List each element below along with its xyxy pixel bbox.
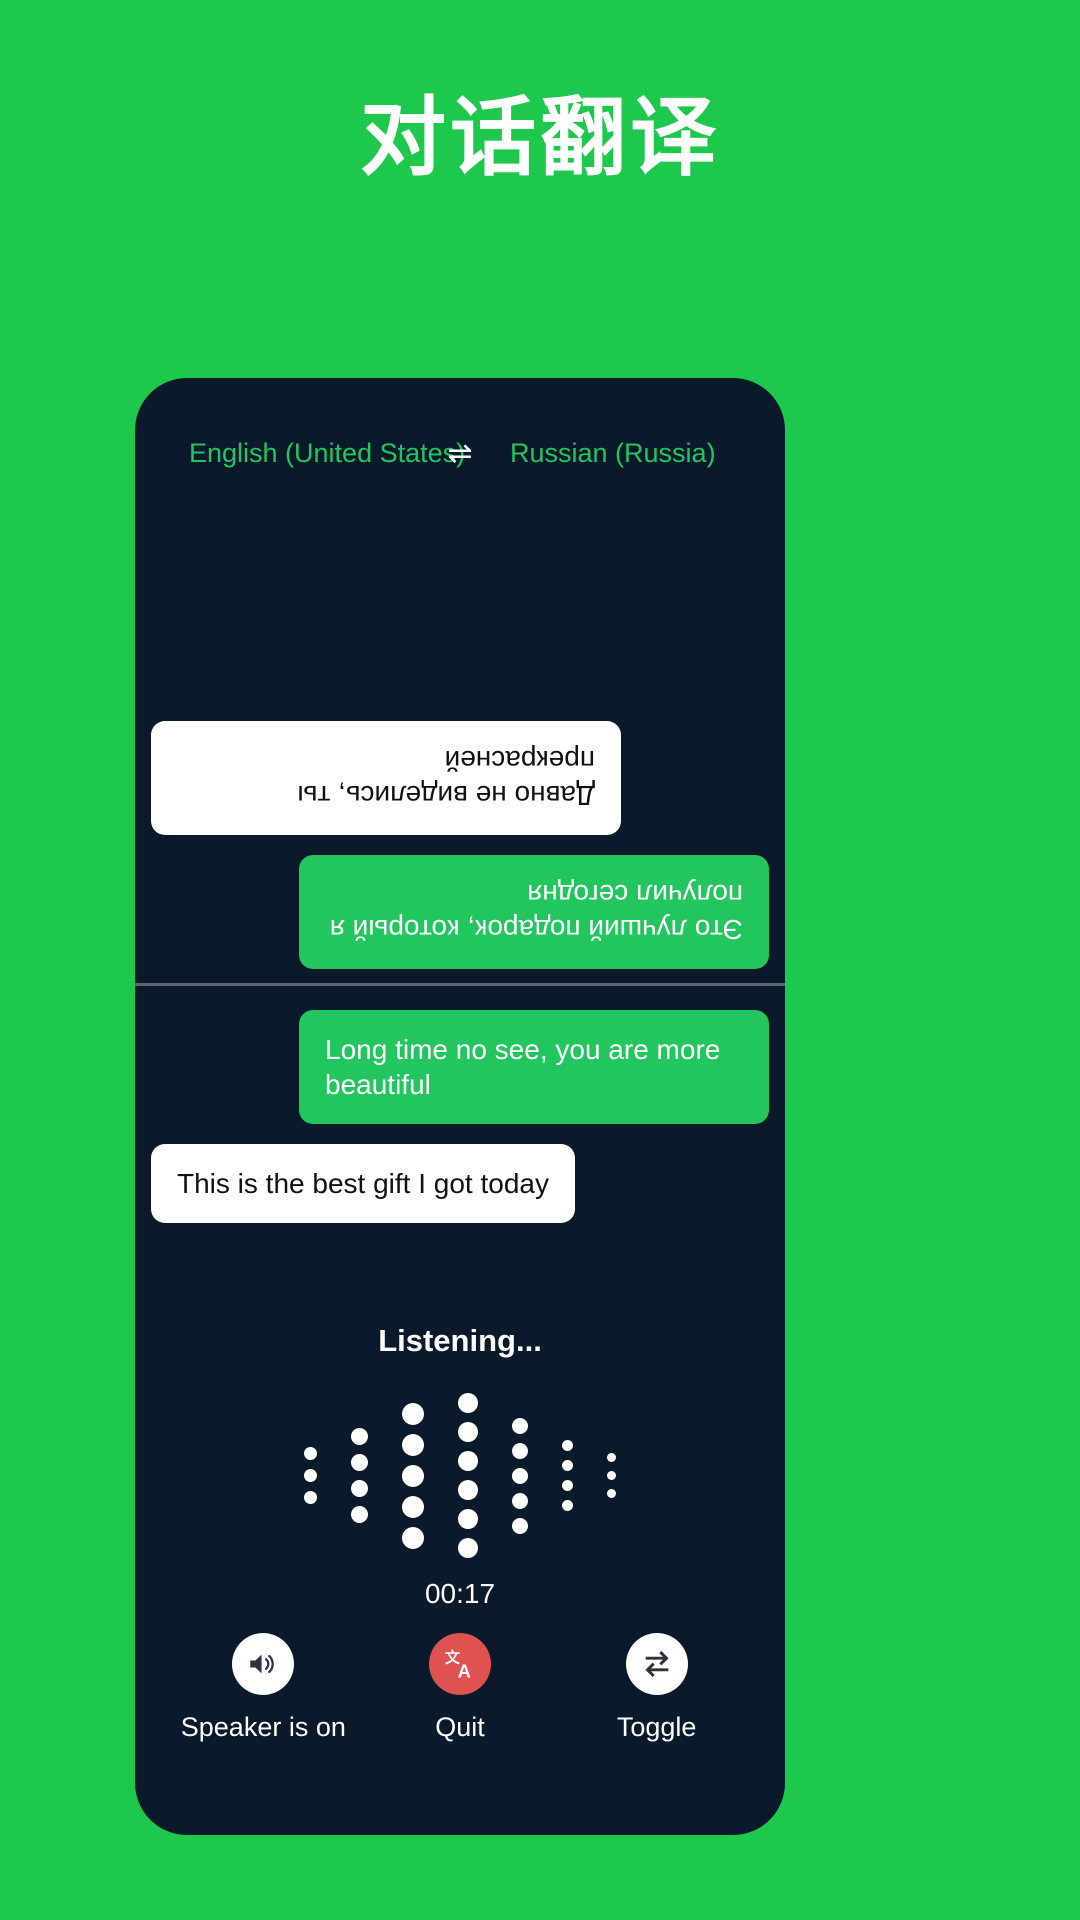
waveform-column: [512, 1417, 528, 1534]
waveform-dot: [607, 1453, 616, 1462]
svg-text:A: A: [458, 1662, 471, 1682]
waveform-dot: [512, 1517, 528, 1534]
translate-icon: 文 A: [445, 1649, 471, 1682]
message-bubble[interactable]: Давно не виделись, ты прекрасней: [151, 721, 621, 835]
waveform-dot: [304, 1447, 317, 1460]
waveform-column: [458, 1393, 478, 1558]
toggle-button-label: Toggle: [616, 1712, 697, 1742]
audio-waveform: [135, 1383, 785, 1568]
waveform-dot: [458, 1480, 478, 1500]
speaker-button[interactable]: Speaker is on: [168, 1633, 358, 1743]
language-bar: English (United States) ⇌ Russian (Russi…: [135, 438, 785, 469]
waveform-dot: [562, 1480, 573, 1491]
waveform-dot: [607, 1489, 616, 1498]
waveform-dot: [458, 1451, 478, 1471]
message-bubble[interactable]: This is the best gift I got today: [151, 1144, 575, 1223]
toggle-button[interactable]: Toggle: [562, 1633, 752, 1743]
message-bubble[interactable]: Это лучший подарок, который я получил се…: [299, 855, 769, 969]
waveform-dot: [402, 1402, 424, 1425]
waveform-dot: [458, 1509, 478, 1529]
swap-horizontal-icon[interactable]: ⇌: [432, 438, 488, 469]
waveform-column: [402, 1402, 424, 1549]
waveform-dot: [351, 1506, 368, 1523]
waveform-column: [562, 1440, 573, 1511]
waveform-dot: [402, 1495, 424, 1518]
waveform-column: [607, 1453, 616, 1498]
quit-button-circle[interactable]: 文 A: [428, 1633, 491, 1695]
waveform-column: [351, 1428, 368, 1523]
message-row: Long time no see, you are more beautiful: [151, 1010, 769, 1144]
waveform-dot: [458, 1538, 478, 1558]
toggle-button-circle[interactable]: [625, 1633, 688, 1695]
waveform-dot: [512, 1442, 528, 1459]
message-bubble[interactable]: Long time no see, you are more beautiful: [299, 1010, 769, 1124]
waveform-dot: [402, 1464, 424, 1487]
waveform-dot: [351, 1454, 368, 1471]
phone-frame: English (United States) ⇌ Russian (Russi…: [135, 378, 785, 1835]
conversation-panel-bottom: Long time no see, you are more beautiful…: [135, 988, 785, 1288]
waveform-dot: [304, 1469, 317, 1482]
waveform-dot: [402, 1526, 424, 1549]
waveform-dot: [458, 1393, 478, 1413]
waveform-dot: [562, 1460, 573, 1471]
waveform-column: [304, 1447, 317, 1504]
waveform-dot: [402, 1433, 424, 1456]
listening-status-label: Listening...: [378, 1323, 542, 1358]
waveform-dot: [304, 1491, 317, 1504]
message-row: Это лучший подарок, который я получил се…: [151, 835, 769, 969]
waveform-dot: [351, 1428, 368, 1445]
waveform-dot: [562, 1440, 573, 1451]
waveform-dot: [458, 1422, 478, 1442]
page-title: 对话翻译: [360, 90, 720, 186]
waveform-dot: [512, 1492, 528, 1509]
message-row: This is the best gift I got today: [151, 1144, 769, 1243]
waveform-dot: [607, 1471, 616, 1480]
waveform-dot: [351, 1480, 368, 1497]
quit-button-label: Quit: [435, 1712, 485, 1742]
repeat-swap-icon: [645, 1650, 669, 1678]
panel-divider: [135, 983, 785, 986]
quit-button[interactable]: 文 A Quit: [365, 1633, 555, 1743]
waveform-dot: [512, 1467, 528, 1484]
waveform-dot: [562, 1500, 573, 1511]
message-row: Давно не виделись, ты прекрасней: [151, 701, 769, 835]
speaker-button-label: Speaker is on: [180, 1712, 346, 1742]
recording-timer: 00:17: [424, 1578, 496, 1609]
speaker-button-circle[interactable]: [232, 1633, 295, 1695]
speaker-on-icon: [250, 1654, 275, 1674]
control-bar: Speaker is on 文 A Quit Toggle: [135, 1633, 785, 1743]
waveform-dot: [512, 1417, 528, 1434]
source-language-selector[interactable]: English (United States): [167, 438, 465, 469]
target-language-selector[interactable]: Russian (Russia): [488, 438, 753, 469]
conversation-panel-top: Это лучший подарок, который я получил се…: [135, 498, 785, 983]
